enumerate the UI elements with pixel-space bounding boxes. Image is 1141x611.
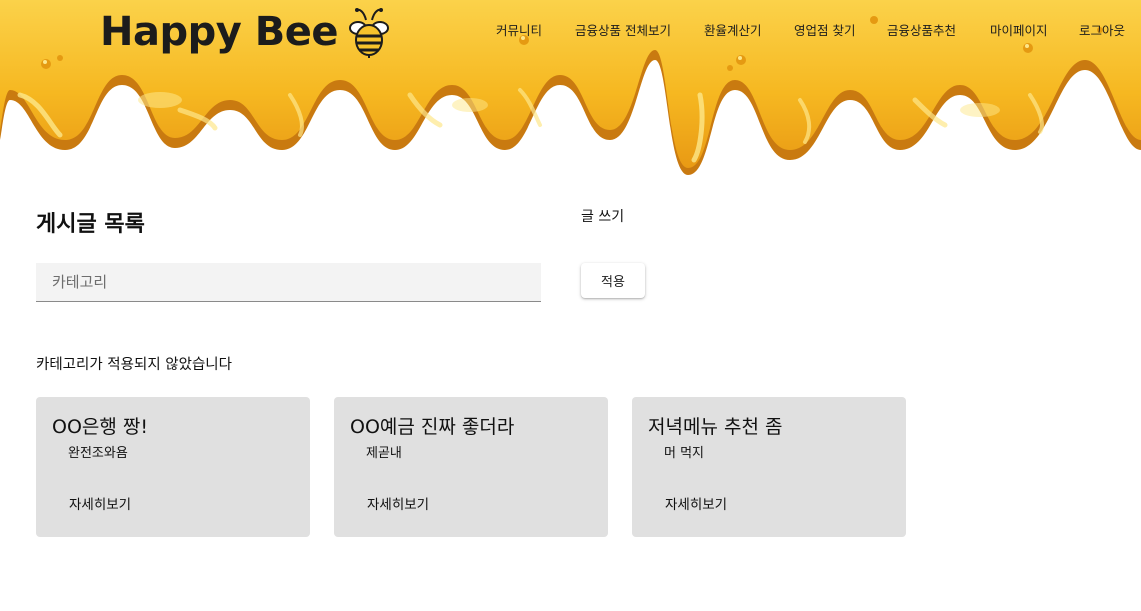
post-title: OO예금 진짜 좋더라 <box>350 416 515 438</box>
nav-product-recommend[interactable]: 금융상품추천 <box>887 20 956 39</box>
category-status-message: 카테고리가 적용되지 않았습니다 <box>36 357 232 373</box>
post-content: 제곧내 <box>366 446 402 461</box>
post-card: OO은행 짱! 완전조와욤 자세히보기 <box>36 397 310 537</box>
write-post-link[interactable]: 글 쓰기 <box>581 206 624 226</box>
page-title: 게시글 목록 <box>36 212 145 237</box>
post-content: 머 먹지 <box>664 446 705 461</box>
nav-find-branch[interactable]: 영업점 찾기 <box>794 20 855 39</box>
nav-logout[interactable]: 로그아웃 <box>1079 20 1125 39</box>
post-title: OO은행 짱! <box>52 416 149 438</box>
post-card: OO예금 진짜 좋더라 제곧내 자세히보기 <box>334 397 608 537</box>
post-card: 저녁메뉴 추천 좀 머 먹지 자세히보기 <box>632 397 906 537</box>
nav-community[interactable]: 커뮤니티 <box>496 20 542 39</box>
category-input[interactable] <box>36 263 541 302</box>
post-title: 저녁메뉴 추천 좀 <box>648 416 783 438</box>
nav-exchange-calculator[interactable]: 환율계산기 <box>704 20 762 39</box>
post-detail-link[interactable]: 자세히보기 <box>367 493 429 513</box>
nav-all-products[interactable]: 금융상품 전체보기 <box>575 20 671 39</box>
nav-mypage[interactable]: 마이페이지 <box>990 20 1048 39</box>
post-detail-link[interactable]: 자세히보기 <box>665 493 727 513</box>
apply-button[interactable]: 적용 <box>581 263 645 298</box>
post-content: 완전조와욤 <box>68 446 128 461</box>
post-detail-link[interactable]: 자세히보기 <box>69 493 131 513</box>
top-nav: 커뮤니티 금융상품 전체보기 환율계산기 영업점 찾기 금융상품추천 마이페이지… <box>0 20 1141 40</box>
